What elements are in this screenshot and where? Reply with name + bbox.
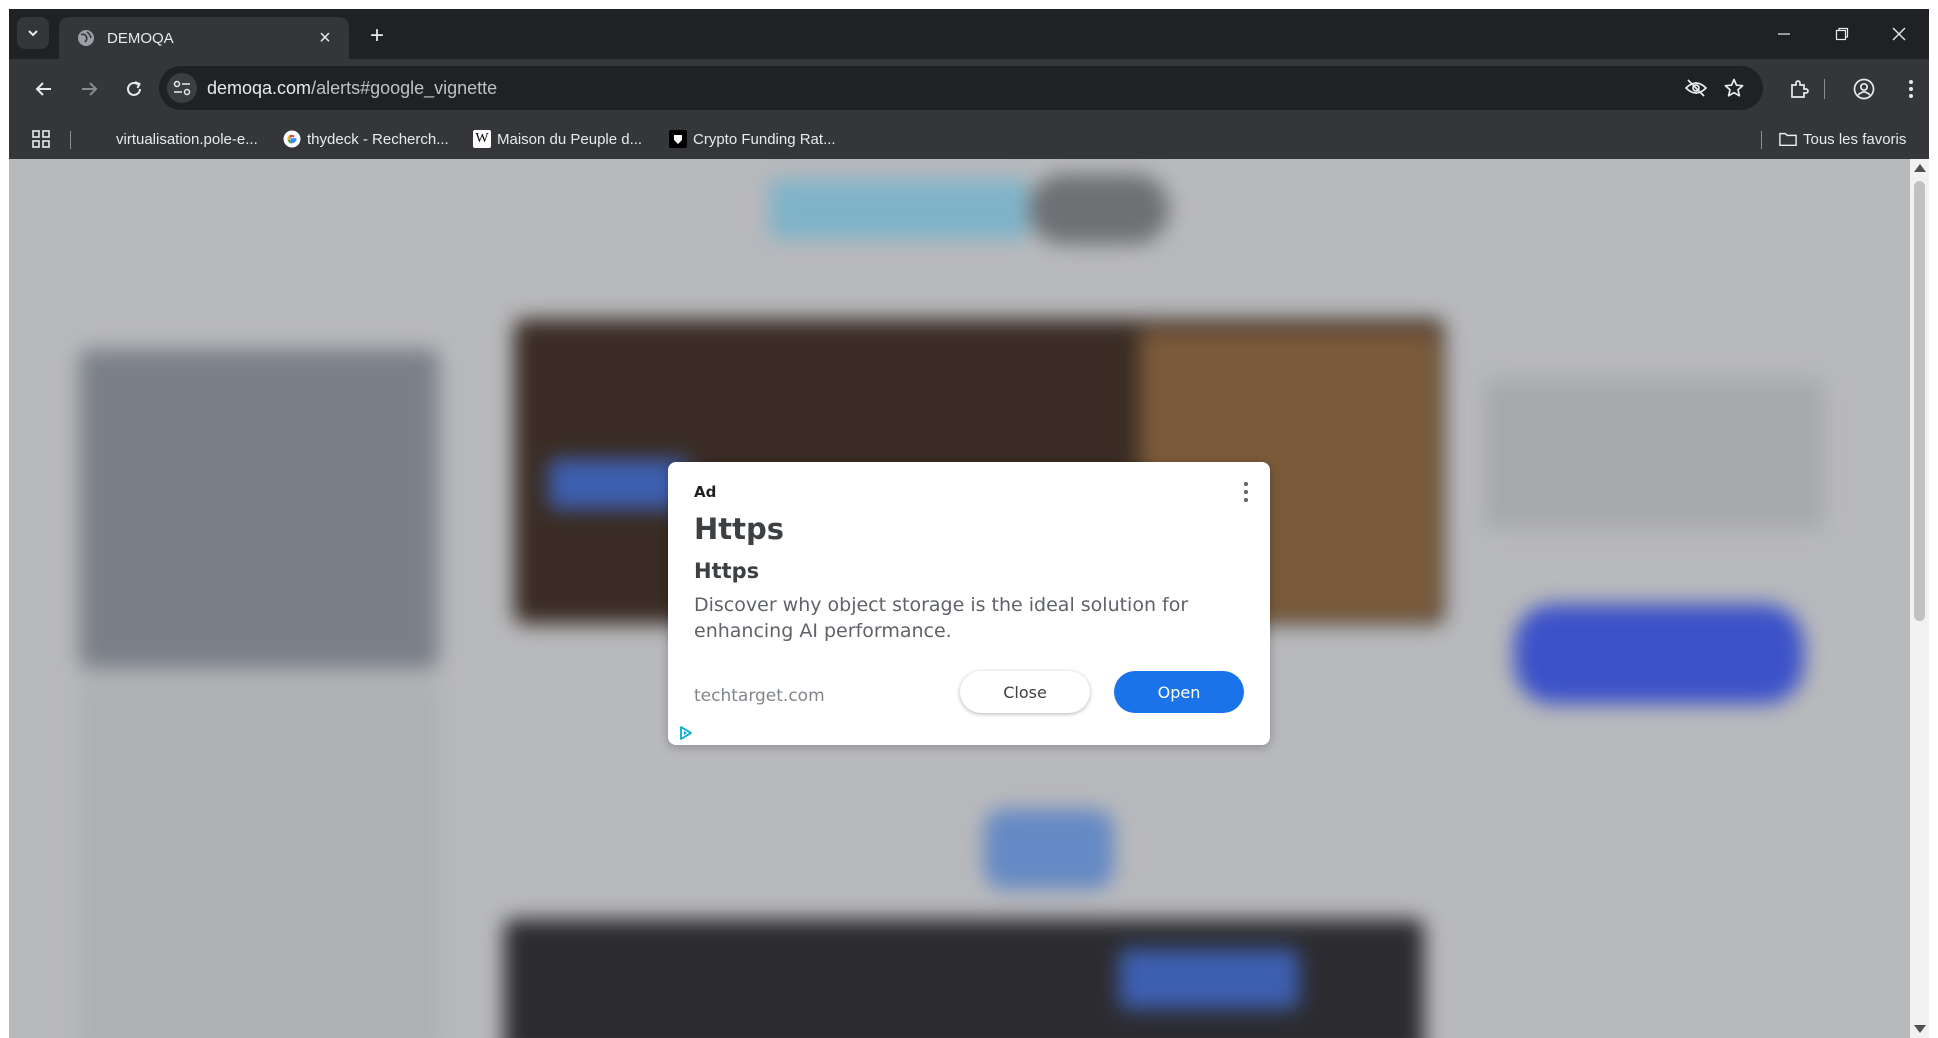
apps-icon[interactable] (31, 128, 51, 150)
bookmark-crypto-funding[interactable]: Crypto Funding Rat... (669, 128, 836, 150)
open-button[interactable]: Open (1114, 671, 1244, 713)
plus-icon[interactable]: + (363, 23, 391, 51)
address-bar[interactable]: demoqa.com/alerts#google_vignette (159, 66, 1763, 110)
ad-description: Discover why object storage is the ideal… (694, 594, 1189, 642)
toolbar-divider (1824, 79, 1825, 99)
browser-window: DEMOQA × + demoqa.com/alerts#google_vign… (9, 9, 1929, 1038)
bookmarks-bar: virtualisation.pole-e... thydeck - Reche… (9, 119, 1929, 159)
bookmark-label: virtualisation.pole-e... (116, 130, 258, 148)
site-info-icon[interactable] (167, 73, 197, 103)
bookmark-virtualisation[interactable]: virtualisation.pole-e... (116, 128, 258, 150)
page-viewport: Ad Https Https Discover why object stora… (9, 159, 1910, 1038)
star-icon[interactable] (1722, 76, 1746, 100)
reload-icon[interactable] (117, 72, 151, 106)
window-close-icon[interactable] (1876, 19, 1922, 49)
ad-domain[interactable]: techtarget.com (694, 686, 825, 706)
back-icon[interactable] (27, 72, 61, 106)
eye-off-icon[interactable] (1684, 76, 1708, 100)
extensions-icon[interactable] (1782, 72, 1816, 106)
tab-strip: DEMOQA × + (9, 9, 1929, 59)
bookmarks-divider (1761, 131, 1762, 149)
bookmark-thydeck[interactable]: thydeck - Recherch... (283, 128, 449, 150)
tab-search-button[interactable] (17, 17, 49, 49)
minimize-icon[interactable] (1761, 19, 1807, 49)
url-text[interactable]: demoqa.com/alerts#google_vignette (207, 78, 497, 99)
url-host: demoqa.com (207, 78, 312, 98)
profile-icon[interactable] (1847, 72, 1881, 106)
restore-icon[interactable] (1819, 19, 1865, 49)
tab-title: DEMOQA (107, 30, 174, 47)
google-icon (283, 130, 301, 148)
scroll-thumb[interactable] (1914, 181, 1925, 621)
all-bookmarks-button[interactable]: Tous les favoris (1779, 128, 1906, 150)
ad-label: Ad (694, 483, 717, 501)
all-bookmarks-label: Tous les favoris (1803, 130, 1907, 148)
bookmark-maison-du-peuple[interactable]: W Maison du Peuple d... (473, 128, 642, 150)
ad-choices-icon[interactable] (678, 725, 694, 741)
folder-icon (1779, 130, 1797, 148)
ad-dialog: Ad Https Https Discover why object stora… (668, 462, 1270, 745)
globe-icon (78, 30, 94, 46)
close-icon[interactable]: × (313, 26, 337, 50)
tab-demoqa[interactable]: DEMOQA × (59, 17, 349, 59)
scrollbar[interactable] (1910, 159, 1929, 1038)
ad-title[interactable]: Https (694, 512, 784, 546)
url-path: /alerts#google_vignette (311, 78, 498, 98)
scroll-up-icon[interactable] (1914, 164, 1926, 172)
bookmark-label: Maison du Peuple d... (497, 130, 643, 148)
wikipedia-icon: W (473, 130, 491, 148)
bookmarks-divider (70, 131, 71, 149)
more-vert-icon[interactable] (1894, 72, 1928, 106)
bookmark-label: thydeck - Recherch... (307, 130, 449, 148)
toolbar: demoqa.com/alerts#google_vignette (9, 59, 1929, 119)
scroll-down-icon[interactable] (1914, 1025, 1926, 1033)
crypto-favicon-icon (669, 130, 687, 148)
ad-options-icon[interactable] (1238, 480, 1254, 504)
close-button[interactable]: Close (960, 671, 1090, 713)
tab-search-icon (28, 30, 38, 37)
ad-subtitle[interactable]: Https (694, 559, 759, 583)
forward-icon[interactable] (72, 72, 106, 106)
bookmark-label: Crypto Funding Rat... (693, 130, 836, 148)
